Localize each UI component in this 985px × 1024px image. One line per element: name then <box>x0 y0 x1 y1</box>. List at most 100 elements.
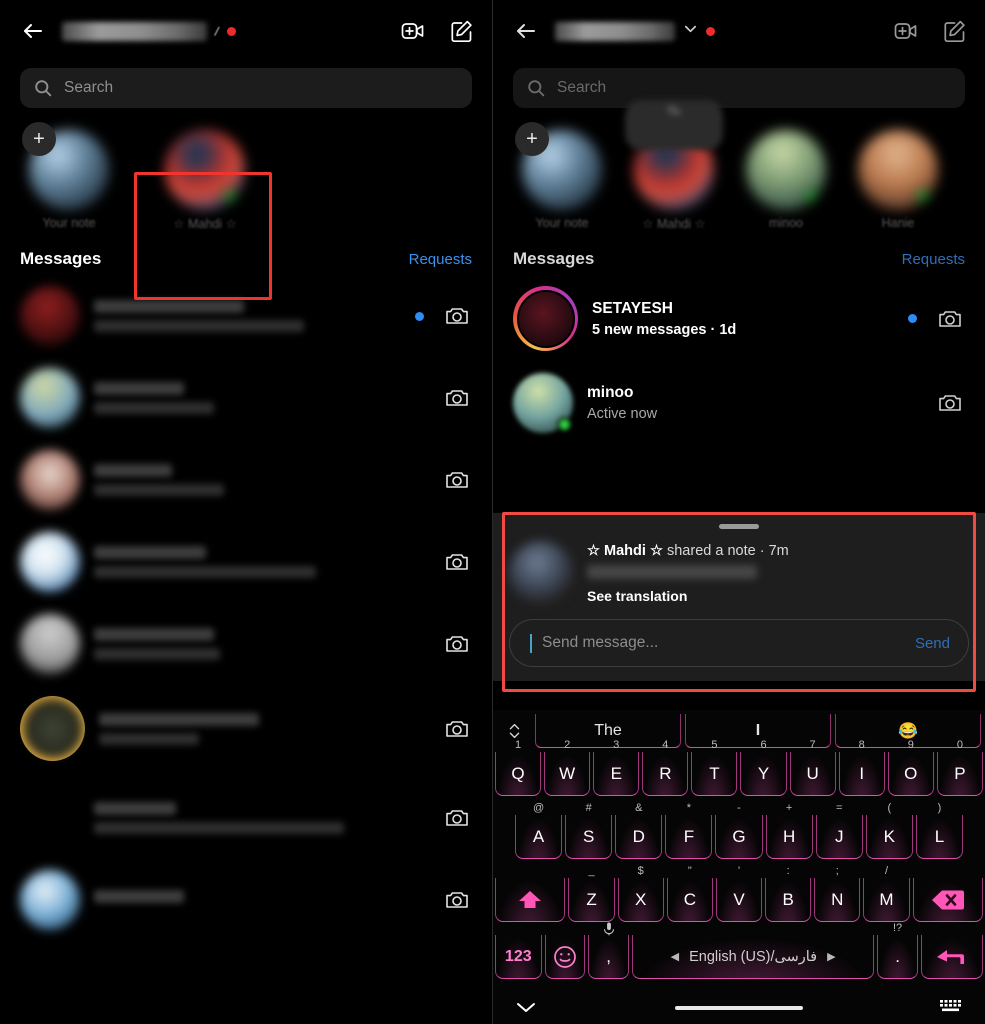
note-your-note[interactable]: + Your note <box>513 122 611 231</box>
video-call-button[interactable] <box>891 16 921 46</box>
next-language-arrow-icon[interactable]: ▶ <box>827 950 835 963</box>
send-button[interactable]: Send <box>915 635 950 652</box>
note-your-note[interactable]: + Your note <box>20 122 118 231</box>
key-e[interactable]: 3E <box>593 739 640 796</box>
camera-icon[interactable] <box>935 304 965 334</box>
compose-message-button[interactable] <box>939 16 969 46</box>
video-call-button[interactable] <box>398 16 428 46</box>
key-g[interactable]: -G <box>715 802 763 859</box>
key-z[interactable]: _ Z <box>568 865 615 922</box>
row-text <box>94 464 428 496</box>
note-minoo[interactable]: minoo <box>737 130 835 231</box>
key-r[interactable]: 4R <box>642 739 689 796</box>
requests-link[interactable]: Requests <box>902 251 965 268</box>
key-u[interactable]: 7U <box>789 739 836 796</box>
chevron-down-icon[interactable] <box>683 21 698 41</box>
chat-preview: 5 new messages · 1d <box>592 321 737 338</box>
key-t[interactable]: 5T <box>691 739 738 796</box>
camera-icon[interactable] <box>442 465 472 495</box>
key-f[interactable]: * F <box>665 802 713 859</box>
right-chat-list[interactable]: SETAYESH 5 new messages · 1d minoo Activ… <box>493 275 985 444</box>
add-note-plus-icon[interactable]: + <box>515 122 549 156</box>
avatar <box>20 614 80 674</box>
camera-icon[interactable] <box>442 629 472 659</box>
key-i[interactable]: 8I <box>838 739 885 796</box>
camera-icon[interactable] <box>442 301 472 331</box>
key-k[interactable]: (K <box>865 802 913 859</box>
table-row[interactable] <box>0 772 492 859</box>
table-row[interactable]: SETAYESH 5 new messages · 1d <box>493 275 985 362</box>
key-p[interactable]: 0P <box>936 739 983 796</box>
key-h[interactable]: + H <box>765 802 813 859</box>
key-d[interactable]: & D <box>615 802 663 859</box>
table-row[interactable] <box>0 357 492 439</box>
left-chat-list[interactable] <box>0 275 492 941</box>
key-a[interactable]: @ A <box>515 802 563 859</box>
note-mahdi[interactable]: ☆ Mahdi ☆ <box>156 130 254 231</box>
enter-key[interactable] <box>920 935 983 979</box>
suggestion-0[interactable]: The <box>535 714 681 748</box>
shift-key[interactable] <box>495 878 566 922</box>
key-o[interactable]: 9O <box>887 739 934 796</box>
compose-message-button[interactable] <box>446 16 476 46</box>
chevron-updown-icon[interactable] <box>497 721 531 741</box>
note-hanie[interactable]: Hanie <box>849 130 947 231</box>
key-q[interactable]: 1Q <box>495 739 542 796</box>
camera-icon[interactable] <box>935 388 965 418</box>
back-button[interactable] <box>16 14 50 48</box>
period-key[interactable]: !? . <box>877 922 918 979</box>
keyboard-row-1: 1Q2W3E4R5T6Y7U8I9O0P <box>493 739 985 796</box>
emoji-key[interactable] <box>544 935 586 979</box>
key-w[interactable]: 2W <box>544 739 591 796</box>
camera-icon[interactable] <box>442 383 472 413</box>
message-composer[interactable]: Send message... Send <box>509 619 969 667</box>
table-row[interactable] <box>0 603 492 685</box>
story-ring[interactable] <box>20 696 85 761</box>
comma-key[interactable]: , <box>588 922 630 979</box>
key-m[interactable]: / M <box>863 865 910 922</box>
search-input[interactable]: Search <box>513 68 965 108</box>
key-c[interactable]: " C <box>666 865 713 922</box>
back-button[interactable] <box>509 14 543 48</box>
account-switcher[interactable] <box>543 21 891 41</box>
table-row[interactable] <box>0 859 492 941</box>
note-bubble-text[interactable]: دا؟ <box>625 100 723 150</box>
space-key[interactable]: ◀ English (US)/فارسی ▶ <box>632 935 875 979</box>
sheet-grabber[interactable] <box>719 524 759 529</box>
requests-link[interactable]: Requests <box>409 251 472 268</box>
add-note-plus-icon[interactable]: + <box>22 122 56 156</box>
key-n[interactable]: ; N <box>814 865 861 922</box>
camera-icon[interactable] <box>442 803 472 833</box>
key-alt-label: = <box>835 802 843 814</box>
key-label: Q <box>511 763 525 783</box>
camera-icon[interactable] <box>442 714 472 744</box>
camera-icon[interactable] <box>442 885 472 915</box>
search-input[interactable]: Search <box>20 68 472 108</box>
key-v[interactable]: ' V <box>715 865 763 922</box>
key-s[interactable]: # S <box>565 802 613 859</box>
note-mahdi[interactable]: دا؟ ☆ Mahdi ☆ <box>625 100 723 231</box>
table-row[interactable] <box>0 439 492 521</box>
key-alt-label: : <box>786 865 790 877</box>
hide-keyboard-button[interactable] <box>515 1000 537 1019</box>
switch-keyboard-button[interactable] <box>939 998 963 1021</box>
numbers-key[interactable]: 123 <box>495 935 542 979</box>
key-y[interactable]: 6Y <box>740 739 787 796</box>
key-j[interactable]: = J <box>815 802 863 859</box>
prev-language-arrow-icon[interactable]: ◀ <box>671 950 679 963</box>
table-row[interactable] <box>0 685 492 772</box>
see-translation-link[interactable]: See translation <box>587 588 969 604</box>
table-row[interactable]: minoo Active now <box>493 362 985 444</box>
row-text <box>94 546 428 578</box>
account-switcher[interactable]: / <box>50 21 398 41</box>
key-x[interactable]: $ X <box>617 865 664 922</box>
key-alt-label: 0 <box>956 739 963 751</box>
backspace-key[interactable] <box>912 878 983 922</box>
table-row[interactable] <box>0 521 492 603</box>
camera-icon[interactable] <box>442 547 472 577</box>
story-ring[interactable] <box>513 286 578 351</box>
table-row[interactable] <box>0 275 492 357</box>
key-b[interactable]: :B <box>765 865 812 922</box>
key-l[interactable]: ) L <box>915 802 963 859</box>
key-label: O <box>904 763 918 783</box>
